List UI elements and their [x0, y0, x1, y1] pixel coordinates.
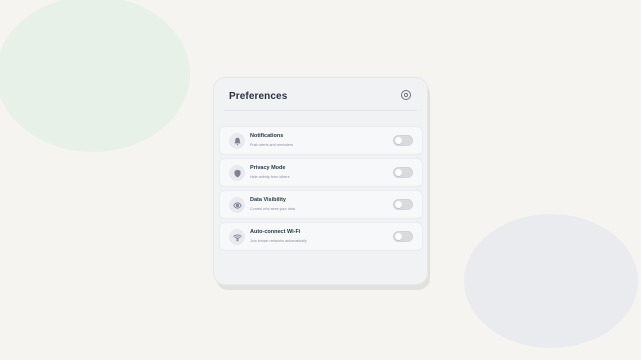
setting-row-data-visibility: Data Visibility Control who sees your da… [219, 190, 423, 219]
eye-icon [229, 197, 245, 213]
bell-icon [229, 133, 245, 149]
data-visibility-toggle[interactable] [393, 199, 413, 210]
wifi-icon [229, 229, 245, 245]
setting-label: Auto-connect Wi-Fi [250, 229, 301, 235]
privacy-mode-toggle[interactable] [393, 167, 413, 178]
notifications-toggle[interactable] [393, 135, 413, 146]
toggle-knob [395, 201, 402, 208]
setting-description: Control who sees your data [250, 207, 295, 211]
setting-description: Hide activity from others [250, 175, 290, 179]
header-divider [224, 110, 417, 111]
setting-label: Notifications [250, 133, 284, 139]
setting-label: Privacy Mode [250, 165, 286, 171]
setting-label: Data Visibility [250, 197, 286, 203]
setting-description: Push alerts and reminders [250, 143, 294, 147]
setting-description: Join known networks automatically [250, 239, 307, 243]
app-canvas: Preferences Notifications Push alerts an… [0, 0, 641, 360]
toggle-knob [395, 169, 402, 176]
panel-header: Preferences [214, 78, 427, 108]
preferences-panel: Preferences Notifications Push alerts an… [213, 77, 428, 285]
toggle-knob [395, 137, 402, 144]
setting-row-auto-connect-wifi: Auto-connect Wi-Fi Join known networks a… [219, 222, 423, 251]
setting-row-notifications: Notifications Push alerts and reminders [219, 126, 423, 155]
gear-icon[interactable] [400, 89, 412, 101]
decorative-blob-blue [464, 214, 638, 348]
shield-icon [229, 165, 245, 181]
toggle-knob [395, 233, 402, 240]
setting-row-privacy-mode: Privacy Mode Hide activity from others [219, 158, 423, 187]
panel-title: Preferences [229, 91, 288, 102]
auto-connect-wifi-toggle[interactable] [393, 231, 413, 242]
decorative-blob-green [0, 0, 190, 152]
